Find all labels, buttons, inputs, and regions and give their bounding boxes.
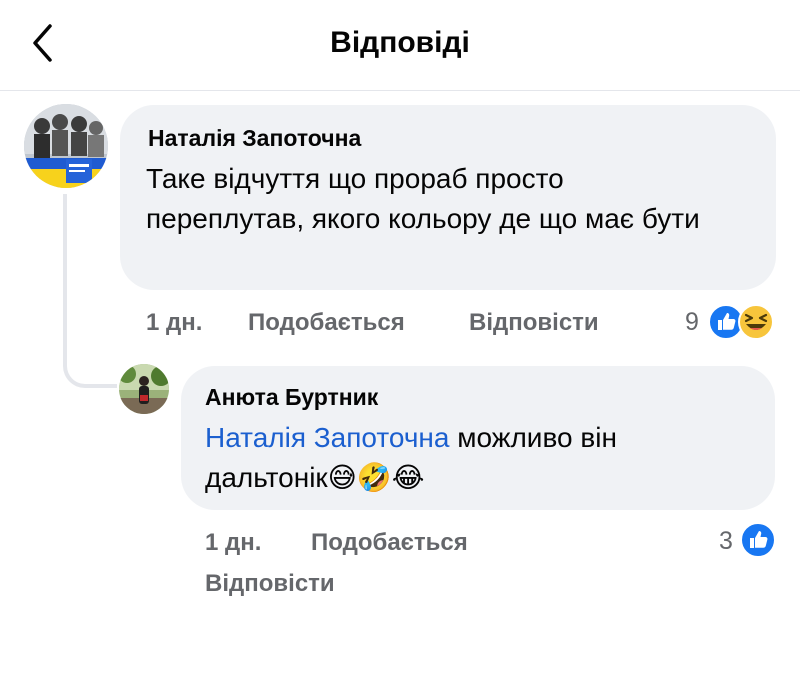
avatar[interactable] xyxy=(119,364,169,414)
tears-of-joy-emoji: 😂 xyxy=(391,462,425,493)
comment-text: Таке відчуття що прораб просто переплута… xyxy=(146,163,700,234)
reply-button[interactable]: Відповісти xyxy=(205,570,335,598)
mention-link[interactable]: Наталія Запоточна xyxy=(205,422,449,453)
reply-button[interactable]: Відповісти xyxy=(469,309,599,337)
comment-timestamp: 1 дн. xyxy=(205,529,262,556)
header-bar: Відповіді xyxy=(0,0,800,91)
like-button[interactable]: Подобається xyxy=(311,529,468,557)
comment-bubble: Анюта Буртник Наталія Запоточна можливо … xyxy=(181,366,775,510)
grinning-sweat-emoji: 😅 xyxy=(327,462,357,493)
comment-bubble: Наталія Запоточна Таке відчуття що прора… xyxy=(120,105,776,290)
thread-connector-line xyxy=(63,194,117,388)
like-button[interactable]: Подобається xyxy=(248,309,405,337)
like-icon xyxy=(740,522,776,563)
comment-author[interactable]: Наталія Запоточна xyxy=(148,125,361,152)
page-title: Відповіді xyxy=(330,26,470,59)
comment-timestamp: 1 дн. xyxy=(146,309,203,336)
avatar-photo-image xyxy=(119,364,169,414)
reaction-count[interactable]: 9 xyxy=(685,308,699,337)
comment-text: Наталія Запоточна можливо він дальтонік😅… xyxy=(205,418,745,498)
avatar-photo-image xyxy=(24,104,108,188)
rolling-laughing-emoji: 🤣 xyxy=(356,462,392,493)
avatar[interactable] xyxy=(24,104,108,188)
laugh-emoji-icon xyxy=(738,304,774,345)
comment-author[interactable]: Анюта Буртник xyxy=(205,384,378,411)
reaction-count[interactable]: 3 xyxy=(719,527,733,556)
